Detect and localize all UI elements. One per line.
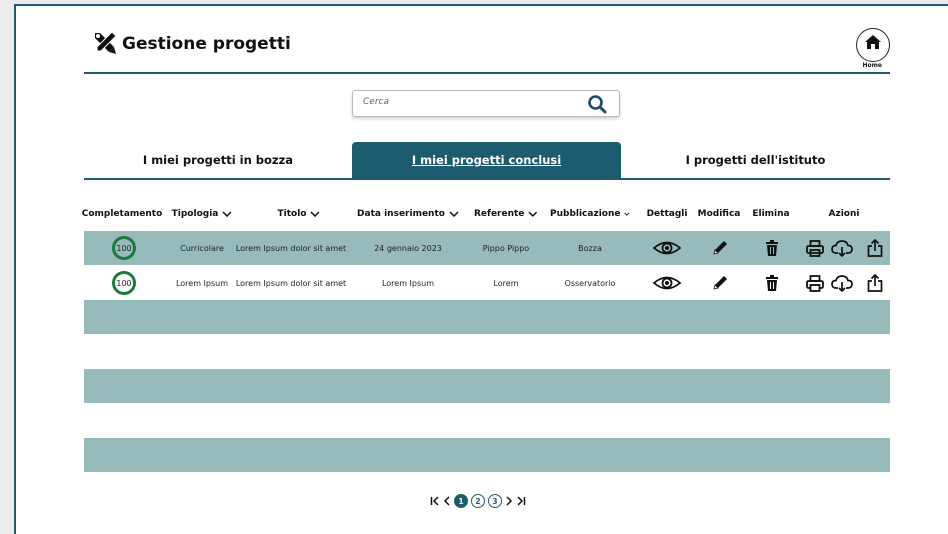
eye-icon <box>652 276 682 290</box>
tab-bar: I miei progetti in bozza I miei progetti… <box>84 142 890 180</box>
header-completamento: Completamento <box>81 209 163 219</box>
header-modifica: Modifica <box>697 209 741 219</box>
tab-progetti-istituto[interactable]: I progetti dell'istituto <box>621 142 890 178</box>
pencil-icon <box>713 241 727 255</box>
cloud-download-icon <box>831 275 853 292</box>
header-elimina: Elimina <box>752 209 790 219</box>
header-azioni: Azioni <box>828 209 860 219</box>
trash-icon <box>766 275 778 291</box>
next-page-button[interactable] <box>505 496 513 506</box>
upload-icon <box>867 274 883 292</box>
cell-tipologia: Curricolare <box>180 243 224 253</box>
header-pubblicazione[interactable]: Pubblicazione <box>550 204 630 224</box>
completion-ring: 100 <box>112 236 136 260</box>
page-title: Gestione progetti <box>122 34 291 54</box>
view-details-button[interactable] <box>652 266 682 300</box>
chevron-down-icon <box>624 212 630 216</box>
trash-icon <box>766 240 778 256</box>
cell-pubblicazione: Osservatorio <box>564 278 616 288</box>
first-page-icon <box>430 496 439 506</box>
cloud-download-icon <box>831 240 853 257</box>
tab-progetti-bozza[interactable]: I miei progetti in bozza <box>84 142 352 178</box>
home-icon <box>865 35 881 49</box>
cell-data: Lorem Ipsum <box>381 278 435 288</box>
cell-data: 24 gennaio 2023 <box>374 243 442 253</box>
empty-table-row <box>84 335 890 369</box>
chevron-down-icon <box>449 211 459 217</box>
cell-pubblicazione: Bozza <box>578 243 602 253</box>
table-row: 100 Lorem Ipsum Lorem Ipsum dolor sit am… <box>84 266 890 300</box>
header-data-inserimento[interactable]: Data inserimento <box>356 204 460 224</box>
download-button[interactable] <box>830 266 854 300</box>
header-referente[interactable]: Referente <box>474 204 538 224</box>
cell-referente: Pippo Pippo <box>482 243 530 253</box>
chevron-down-icon <box>528 211 538 217</box>
tools-icon <box>92 30 118 56</box>
previous-page-button[interactable] <box>443 496 451 506</box>
last-page-button[interactable] <box>516 496 526 506</box>
empty-table-row <box>84 300 890 334</box>
table-header: Completamento Tipologia Titolo Data inse… <box>81 204 890 224</box>
empty-table-row <box>84 369 890 403</box>
cell-tipologia: Lorem Ipsum <box>175 278 229 288</box>
page-button-2[interactable]: 2 <box>471 494 485 508</box>
upload-icon <box>867 239 883 257</box>
edit-button[interactable] <box>710 231 730 265</box>
last-page-icon <box>517 496 526 506</box>
chevron-down-icon <box>222 211 232 217</box>
chevron-down-icon <box>310 211 321 217</box>
printer-icon <box>806 274 824 292</box>
empty-table-row <box>84 438 890 472</box>
cell-titolo: Lorem Ipsum dolor sit amet <box>235 243 347 253</box>
empty-table-row <box>84 404 890 438</box>
cell-titolo: Lorem Ipsum dolor sit amet <box>235 278 347 288</box>
share-button[interactable] <box>864 266 886 300</box>
page-header: Gestione progetti Home <box>84 24 890 74</box>
search-box <box>352 90 620 117</box>
printer-icon <box>806 239 824 257</box>
search-icon[interactable] <box>587 94 607 118</box>
pencil-icon <box>713 276 727 290</box>
search-input[interactable] <box>361 96 565 108</box>
completion-ring: 100 <box>112 271 136 295</box>
print-button[interactable] <box>804 266 826 300</box>
share-button[interactable] <box>864 231 886 265</box>
cell-referente: Lorem <box>493 278 519 288</box>
header-dettagli: Dettagli <box>646 209 688 219</box>
edit-button[interactable] <box>710 266 730 300</box>
first-page-button[interactable] <box>430 496 440 506</box>
page-button-1[interactable]: 1 <box>454 494 468 508</box>
home-label: Home <box>862 62 882 69</box>
download-button[interactable] <box>830 231 854 265</box>
eye-icon <box>652 241 682 255</box>
chevron-left-icon <box>443 496 450 506</box>
header-tipologia[interactable]: Tipologia <box>170 204 234 224</box>
view-details-button[interactable] <box>652 231 682 265</box>
delete-button[interactable] <box>762 266 782 300</box>
print-button[interactable] <box>804 231 826 265</box>
tab-progetti-conclusi[interactable]: I miei progetti conclusi <box>352 142 621 178</box>
pagination: 1 2 3 <box>430 493 526 509</box>
page-button-3[interactable]: 3 <box>488 494 502 508</box>
table-row: 100 Curricolare Lorem Ipsum dolor sit am… <box>84 231 890 265</box>
home-button[interactable] <box>856 28 890 62</box>
header-titolo[interactable]: Titolo <box>246 204 352 224</box>
delete-button[interactable] <box>762 231 782 265</box>
chevron-right-icon <box>506 496 513 506</box>
